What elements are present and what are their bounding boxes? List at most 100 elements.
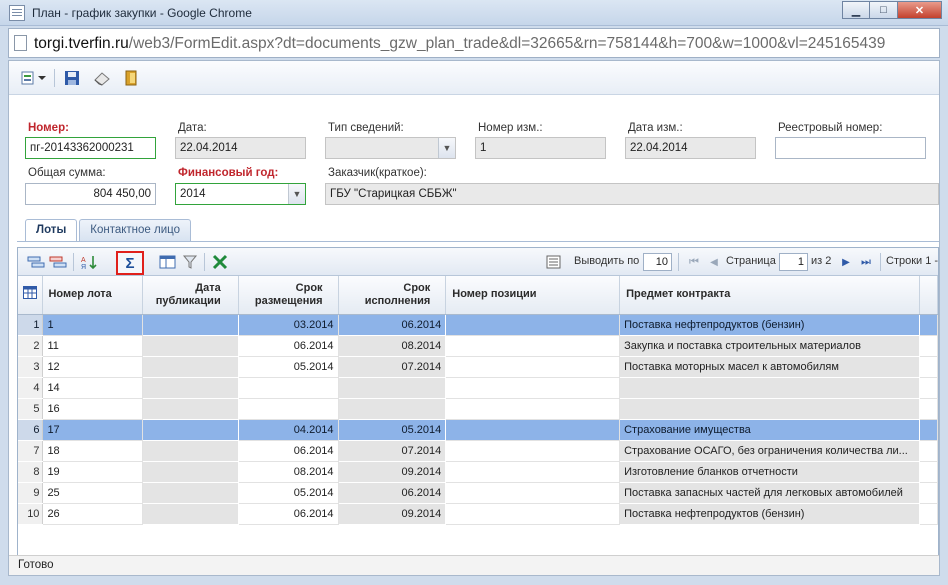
position-number-cell[interactable] [445, 356, 621, 378]
page-input[interactable]: 1 [779, 253, 808, 271]
publication-date-cell[interactable] [142, 461, 239, 483]
contract-subject-cell[interactable] [619, 377, 921, 399]
tab-lots[interactable]: Лоты [25, 219, 78, 242]
position-number-cell[interactable] [445, 314, 621, 336]
position-number-cell[interactable] [445, 440, 621, 462]
lot-number-cell[interactable]: 26 [42, 503, 143, 525]
filter-icon[interactable] [180, 253, 200, 271]
maximize-button[interactable]: □ [870, 1, 898, 19]
lot-number-cell[interactable]: 11 [42, 335, 143, 357]
lot-number-cell[interactable]: 12 [42, 356, 143, 378]
prev-page-icon[interactable]: ◀ [704, 253, 724, 271]
position-number-cell[interactable] [445, 335, 621, 357]
position-number-cell[interactable] [445, 503, 621, 525]
lot-number-cell[interactable]: 25 [42, 482, 143, 504]
execution-term-cell[interactable] [338, 398, 447, 420]
placement-term-cell[interactable]: 08.2014 [238, 461, 339, 483]
column-header-execution-term[interactable]: Срок исполнения [338, 276, 447, 315]
filler-cell[interactable] [919, 461, 938, 483]
table-row[interactable]: 7 18 06.2014 07.2014 Страхование ОСАГО, без … [18, 440, 938, 462]
table-row[interactable]: 2 11 06.2014 08.2014 Закупка и поставка стро… [18, 335, 938, 357]
delete-row-icon[interactable] [48, 253, 68, 271]
minimize-button[interactable]: ▁ [842, 1, 870, 19]
chevron-down-icon[interactable]: ▼ [288, 184, 305, 204]
grid-settings-icon[interactable] [18, 276, 44, 315]
publication-date-cell[interactable] [142, 335, 239, 357]
table-row[interactable]: 8 19 08.2014 09.2014 Изготовление бланков от… [18, 461, 938, 483]
close-button[interactable]: ✕ [898, 1, 942, 19]
table-row[interactable]: 3 12 05.2014 07.2014 Поставка моторных масел… [18, 356, 938, 378]
sum-button[interactable]: Σ [116, 251, 144, 275]
date-field[interactable]: 22.04.2014 [175, 137, 306, 159]
address-bar[interactable]: torgi.tverfin.ru/web3/FormEdit.aspx?dt=d… [8, 28, 940, 58]
registry-number-field[interactable] [775, 137, 926, 159]
placement-term-cell[interactable]: 06.2014 [238, 440, 339, 462]
contract-subject-cell[interactable]: Поставка моторных масел к автомобилям [619, 356, 921, 378]
filler-cell[interactable] [919, 503, 938, 525]
contract-subject-cell[interactable]: Поставка нефтепродуктов (бензин) [619, 314, 921, 336]
placement-term-cell[interactable]: 05.2014 [238, 356, 339, 378]
position-number-cell[interactable] [445, 419, 621, 441]
total-sum-field[interactable]: 804 450,00 [25, 183, 156, 205]
execution-term-cell[interactable]: 09.2014 [338, 461, 447, 483]
publication-date-cell[interactable] [142, 314, 239, 336]
lot-number-cell[interactable]: 1 [42, 314, 143, 336]
placement-term-cell[interactable]: 04.2014 [238, 419, 339, 441]
filler-cell[interactable] [919, 482, 938, 504]
fiscal-year-select[interactable]: 2014 [175, 183, 306, 205]
execution-term-cell[interactable] [338, 377, 447, 399]
next-page-icon[interactable]: ▶ [836, 253, 856, 271]
sort-icon[interactable]: AЯ [80, 253, 100, 271]
placement-term-cell[interactable]: 06.2014 [238, 503, 339, 525]
change-date-field[interactable]: 22.04.2014 [625, 137, 756, 159]
filler-cell[interactable] [919, 356, 938, 378]
info-type-select[interactable] [325, 137, 456, 159]
contract-subject-cell[interactable]: Закупка и поставка строительных материал… [619, 335, 921, 357]
table-row[interactable]: 10 26 06.2014 09.2014 Поставка нефтепродукто… [18, 503, 938, 525]
publication-date-cell[interactable] [142, 377, 239, 399]
column-header-position-number[interactable]: Номер позиции [445, 276, 621, 315]
position-number-cell[interactable] [445, 398, 621, 420]
table-row[interactable]: 1 1 03.2014 06.2014 Поставка нефтепродуктов … [18, 314, 938, 336]
placement-term-cell[interactable] [238, 398, 339, 420]
execution-term-cell[interactable]: 08.2014 [338, 335, 447, 357]
save-icon[interactable] [63, 69, 81, 87]
publication-date-cell[interactable] [142, 482, 239, 504]
execution-term-cell[interactable]: 09.2014 [338, 503, 447, 525]
filler-cell[interactable] [919, 419, 938, 441]
contract-subject-cell[interactable]: Страхование ОСАГО, без ограничения колич… [619, 440, 921, 462]
lot-number-cell[interactable]: 17 [42, 419, 143, 441]
exit-icon[interactable] [122, 69, 140, 87]
per-page-input[interactable]: 10 [643, 253, 672, 271]
url-text[interactable]: torgi.tverfin.ru/web3/FormEdit.aspx?dt=d… [34, 35, 885, 53]
publication-date-cell[interactable] [142, 398, 239, 420]
contract-subject-cell[interactable]: Изготовление бланков отчетности [619, 461, 921, 483]
execution-term-cell[interactable]: 06.2014 [338, 482, 447, 504]
execution-term-cell[interactable]: 07.2014 [338, 440, 447, 462]
change-number-field[interactable]: 1 [475, 137, 606, 159]
placement-term-cell[interactable]: 03.2014 [238, 314, 339, 336]
add-row-icon[interactable] [26, 253, 46, 271]
publication-date-cell[interactable] [142, 356, 239, 378]
chevron-down-icon[interactable] [37, 69, 47, 87]
publication-date-cell[interactable] [142, 440, 239, 462]
filler-cell[interactable] [919, 377, 938, 399]
placement-term-cell[interactable]: 05.2014 [238, 482, 339, 504]
execution-term-cell[interactable]: 05.2014 [338, 419, 447, 441]
column-header-contract-subject[interactable]: Предмет контракта [619, 276, 921, 315]
filler-cell[interactable] [919, 398, 938, 420]
table-row[interactable]: 9 25 05.2014 06.2014 Поставка запасных часте… [18, 482, 938, 504]
first-page-icon[interactable]: ⏮ [684, 253, 704, 271]
lot-number-cell[interactable]: 14 [42, 377, 143, 399]
table-row[interactable]: 4 14 [18, 377, 938, 399]
filler-cell[interactable] [919, 314, 938, 336]
lot-number-cell[interactable]: 19 [42, 461, 143, 483]
contract-subject-cell[interactable]: Поставка запасных частей для легковых ав… [619, 482, 921, 504]
page-settings-icon[interactable] [544, 253, 564, 271]
tab-contact-person[interactable]: Контактное лицо [79, 219, 191, 241]
execution-term-cell[interactable]: 07.2014 [338, 356, 447, 378]
last-page-icon[interactable]: ⏭ [856, 253, 876, 271]
contract-subject-cell[interactable] [619, 398, 921, 420]
contract-subject-cell[interactable]: Поставка нефтепродуктов (бензин) [619, 503, 921, 525]
column-header-lot-number[interactable]: Номер лота [42, 276, 143, 315]
